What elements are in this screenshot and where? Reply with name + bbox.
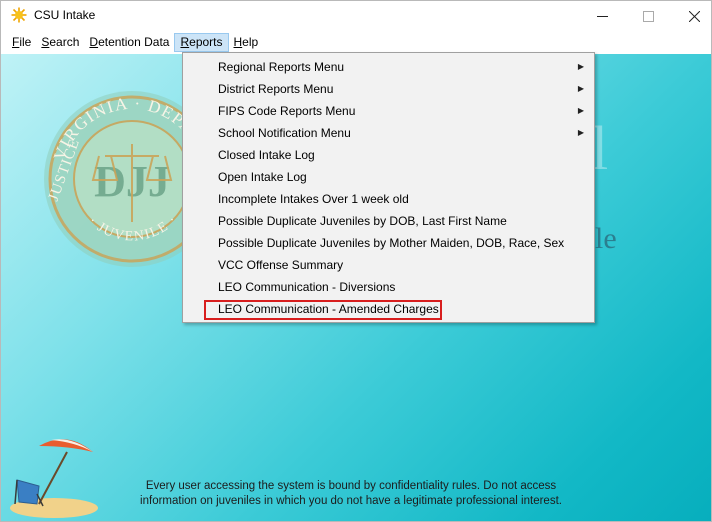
menu-reports-accel: R xyxy=(180,35,190,49)
minimize-icon xyxy=(596,15,608,17)
menu-file[interactable]: File xyxy=(7,33,36,52)
menu-bar: File Search Detention Data Reports Help xyxy=(1,31,711,54)
menu-file-label: ile xyxy=(19,35,32,49)
menu-item-label: VCC Offense Summary xyxy=(218,258,344,272)
submenu-arrow-icon: ▶ xyxy=(577,84,584,93)
background-subtitle-fragment: le xyxy=(595,222,617,255)
menu-item-label: District Reports Menu xyxy=(218,82,334,96)
menu-help[interactable]: Help xyxy=(229,33,264,52)
beach-umbrella-icon xyxy=(10,439,98,518)
menu-help-label: elp xyxy=(242,35,259,49)
menu-detention-data[interactable]: Detention Data xyxy=(84,33,174,52)
sun-icon xyxy=(11,7,27,23)
maximize-icon xyxy=(642,10,654,22)
menu-item-label: Closed Intake Log xyxy=(218,148,315,162)
menu-detention-label: etention Data xyxy=(98,35,170,49)
menu-item-label: LEO Communication - Amended Charges xyxy=(218,302,439,316)
menu-detention-accel: D xyxy=(89,35,99,49)
menu-item-fips-code-reports[interactable]: FIPS Code Reports Menu ▶ xyxy=(183,100,594,122)
menu-item-label: School Notification Menu xyxy=(218,126,351,140)
submenu-arrow-icon: ▶ xyxy=(577,128,584,137)
menu-item-duplicate-by-dob-name[interactable]: Possible Duplicate Juveniles by DOB, Las… xyxy=(183,210,594,232)
menu-item-leo-amended-charges[interactable]: LEO Communication - Amended Charges xyxy=(183,298,594,320)
menu-item-leo-diversions[interactable]: LEO Communication - Diversions xyxy=(183,276,594,298)
menu-item-label: Regional Reports Menu xyxy=(218,60,345,74)
title-bar[interactable]: CSU Intake xyxy=(1,1,711,31)
menu-item-label: Incomplete Intakes Over 1 week old xyxy=(218,192,409,206)
menu-item-label: FIPS Code Reports Menu xyxy=(218,104,356,118)
window-title: CSU Intake xyxy=(34,8,96,22)
menu-item-incomplete-intakes[interactable]: Incomplete Intakes Over 1 week old xyxy=(183,188,594,210)
menu-item-label: Possible Duplicate Juveniles by DOB, Las… xyxy=(218,214,507,228)
submenu-arrow-icon: ▶ xyxy=(577,62,584,71)
menu-reports-label: eports xyxy=(189,35,223,49)
menu-item-label: LEO Communication - Diversions xyxy=(218,280,396,294)
menu-help-accel: H xyxy=(233,35,243,49)
menu-item-school-notification[interactable]: School Notification Menu ▶ xyxy=(183,122,594,144)
menu-item-regional-reports[interactable]: Regional Reports Menu ▶ xyxy=(183,56,594,78)
menu-reports[interactable]: Reports xyxy=(174,33,229,52)
menu-item-open-intake-log[interactable]: Open Intake Log xyxy=(183,166,594,188)
close-icon xyxy=(688,10,700,22)
menu-item-district-reports[interactable]: District Reports Menu ▶ xyxy=(183,78,594,100)
submenu-arrow-icon: ▶ xyxy=(577,106,584,115)
menu-search[interactable]: Search xyxy=(36,33,84,52)
close-button[interactable] xyxy=(671,1,711,31)
maximize-button[interactable] xyxy=(625,1,671,31)
menu-item-label: Possible Duplicate Juveniles by Mother M… xyxy=(218,236,565,250)
confidentiality-notice: Every user accessing the system is bound… xyxy=(111,479,591,509)
reports-dropdown-menu: Regional Reports Menu ▶ District Reports… xyxy=(182,52,595,323)
menu-item-closed-intake-log[interactable]: Closed Intake Log xyxy=(183,144,594,166)
minimize-button[interactable] xyxy=(579,1,625,31)
menu-item-label: Open Intake Log xyxy=(218,170,307,184)
app-window: CSU Intake File Search Detention Data Re… xyxy=(0,0,712,522)
menu-item-duplicate-by-mother-maiden[interactable]: Possible Duplicate Juveniles by Mother M… xyxy=(183,232,594,254)
notice-line-2: information on juveniles in which you do… xyxy=(140,495,562,507)
notice-line-1: Every user accessing the system is bound… xyxy=(145,480,557,492)
menu-item-vcc-offense-summary[interactable]: VCC Offense Summary xyxy=(183,254,594,276)
menu-search-label: earch xyxy=(49,35,80,49)
